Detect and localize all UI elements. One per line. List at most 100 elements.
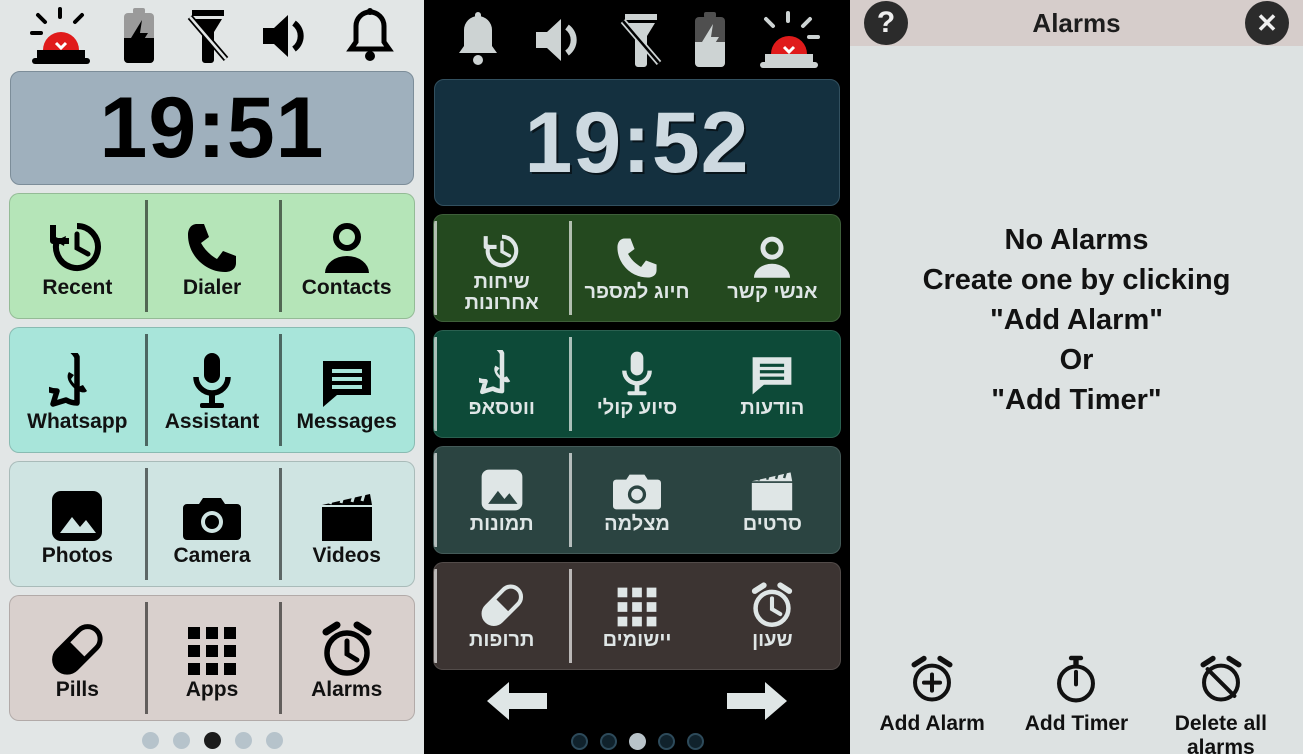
- battery-charging-icon[interactable]: [693, 11, 727, 68]
- page-dot[interactable]: [686, 732, 704, 750]
- clock-time: 19:51: [99, 80, 325, 177]
- dialog-header: ? Alarms ✕: [850, 0, 1303, 46]
- app-button-voice-assistant[interactable]: סיוע קולי: [569, 331, 704, 437]
- alarms-dialog-panel: ? Alarms ✕ No Alarms Create one by click…: [850, 0, 1303, 754]
- dialog-action-bar: Add Alarm Add Timer Delete all alarms: [850, 654, 1303, 754]
- timer-icon: [1050, 654, 1102, 709]
- add-alarm-button[interactable]: Add Alarm: [861, 654, 1004, 736]
- page-dot[interactable]: [172, 732, 190, 750]
- delete-all-alarms-button[interactable]: Delete all alarms: [1149, 654, 1292, 754]
- app-label: Camera: [173, 544, 251, 568]
- app-label: Whatsapp: [27, 410, 128, 434]
- app-button-photos[interactable]: תמונות: [434, 447, 569, 553]
- bell-icon[interactable]: [346, 7, 394, 64]
- arrow-left-icon[interactable]: [485, 678, 549, 729]
- app-button-camera[interactable]: Camera: [144, 462, 280, 586]
- page-dot[interactable]: [599, 732, 617, 750]
- history-icon: [482, 222, 522, 270]
- app-button-contacts[interactable]: Contacts: [279, 194, 414, 318]
- whatsapp-icon: [49, 347, 105, 409]
- app-label: יישומים: [602, 629, 672, 652]
- arrow-right-icon[interactable]: [725, 678, 789, 729]
- app-button-pills[interactable]: Pills: [10, 596, 145, 720]
- help-icon[interactable]: ?: [864, 1, 908, 45]
- page-dot[interactable]: [141, 732, 159, 750]
- app-button-apps[interactable]: Apps: [144, 596, 280, 720]
- app-grid-light: Recent Dialer Contacts Whatsapp Assistan…: [9, 193, 415, 722]
- app-label: סיוע קולי: [596, 397, 678, 420]
- launcher-light-panel: 19:51 Recent Dialer Contacts Whatsapp As…: [0, 0, 424, 754]
- empty-line: "Add Alarm": [989, 303, 1164, 336]
- app-label: אנשי קשר: [727, 281, 818, 304]
- app-row-messaging: Whatsapp Assistant Messages: [9, 327, 415, 454]
- app-button-recent-calls[interactable]: שיחות אחרונות: [434, 215, 569, 321]
- app-label: Pills: [55, 678, 99, 702]
- bell-icon[interactable]: [454, 11, 502, 68]
- app-row-media-rtl: סרטים מצלמה תמונות: [433, 446, 841, 555]
- add-timer-button[interactable]: Add Timer: [1005, 654, 1148, 736]
- app-button-contacts[interactable]: אנשי קשר: [705, 215, 840, 321]
- volume-on-icon[interactable]: [533, 15, 589, 65]
- app-button-recent[interactable]: Recent: [10, 194, 145, 318]
- app-row-messaging-rtl: הודעות סיוע קולי ווטסאפ: [433, 330, 841, 439]
- action-label: Add Timer: [1024, 712, 1129, 735]
- action-label: Add Alarm: [879, 712, 985, 735]
- app-row-communication-rtl: אנשי קשר חיוג למספר שיחות אחרונות: [433, 214, 841, 323]
- person-icon: [749, 232, 795, 280]
- close-icon[interactable]: ✕: [1245, 1, 1289, 45]
- app-button-videos[interactable]: Videos: [279, 462, 414, 586]
- status-bar-light: [9, 0, 415, 71]
- app-button-messages[interactable]: Messages: [279, 328, 414, 452]
- clapperboard-icon: [749, 464, 795, 512]
- empty-state-message: No Alarms Create one by clicking "Add Al…: [923, 220, 1231, 420]
- app-label: Recent: [42, 276, 113, 300]
- app-button-whatsapp[interactable]: Whatsapp: [10, 328, 145, 452]
- microphone-icon: [190, 347, 234, 409]
- app-button-messages[interactable]: הודעות: [705, 331, 840, 437]
- page-dot[interactable]: [265, 732, 283, 750]
- clapperboard-icon: [319, 481, 375, 543]
- clock-display-dark[interactable]: 19:52: [434, 79, 840, 207]
- clock-time: 19:52: [524, 94, 750, 191]
- page-dot[interactable]: [234, 732, 252, 750]
- status-bar-dark: [433, 0, 841, 79]
- page-dot[interactable]: [570, 732, 588, 750]
- battery-charging-icon[interactable]: [122, 7, 156, 64]
- emergency-siren-icon[interactable]: [758, 10, 820, 69]
- empty-line: Create one by clicking: [922, 263, 1231, 296]
- app-button-alarms[interactable]: Alarms: [279, 596, 414, 720]
- app-button-pills[interactable]: תרופות: [434, 563, 569, 669]
- flashlight-off-icon[interactable]: [186, 7, 230, 65]
- page-dot-active[interactable]: [628, 732, 646, 750]
- app-button-videos[interactable]: סרטים: [705, 447, 840, 553]
- alarm-clock-icon: [318, 615, 376, 677]
- message-icon: [319, 347, 375, 409]
- emergency-siren-icon[interactable]: [30, 6, 92, 65]
- app-label: Dialer: [182, 276, 242, 300]
- screenshot-stage: 19:51 Recent Dialer Contacts Whatsapp As…: [0, 0, 1303, 754]
- alarm-add-icon: [906, 654, 958, 709]
- page-dot-active[interactable]: [203, 732, 221, 750]
- app-button-dialer[interactable]: חיוג למספר: [569, 215, 704, 321]
- app-button-dialer[interactable]: Dialer: [144, 194, 280, 318]
- app-label: ווטסאפ: [468, 397, 535, 420]
- empty-line: "Add Timer": [991, 384, 1162, 417]
- volume-on-icon[interactable]: [260, 11, 316, 61]
- empty-line: No Alarms: [1004, 223, 1149, 256]
- app-button-photos[interactable]: Photos: [10, 462, 145, 586]
- pill-icon: [48, 615, 106, 677]
- app-button-whatsapp[interactable]: ווטסאפ: [434, 331, 569, 437]
- app-button-apps[interactable]: יישומים: [569, 563, 704, 669]
- flashlight-off-icon[interactable]: [619, 11, 663, 69]
- page-dot[interactable]: [657, 732, 675, 750]
- app-button-assistant[interactable]: Assistant: [144, 328, 280, 452]
- history-icon: [49, 213, 105, 275]
- clock-display-light[interactable]: 19:51: [10, 71, 414, 186]
- app-button-camera[interactable]: מצלמה: [569, 447, 704, 553]
- phone-icon: [185, 213, 239, 275]
- app-label: תמונות: [469, 513, 534, 536]
- app-button-clock[interactable]: שעון: [705, 563, 840, 669]
- app-label: Videos: [312, 544, 381, 568]
- app-label: Photos: [41, 544, 113, 568]
- photo-icon: [480, 464, 524, 512]
